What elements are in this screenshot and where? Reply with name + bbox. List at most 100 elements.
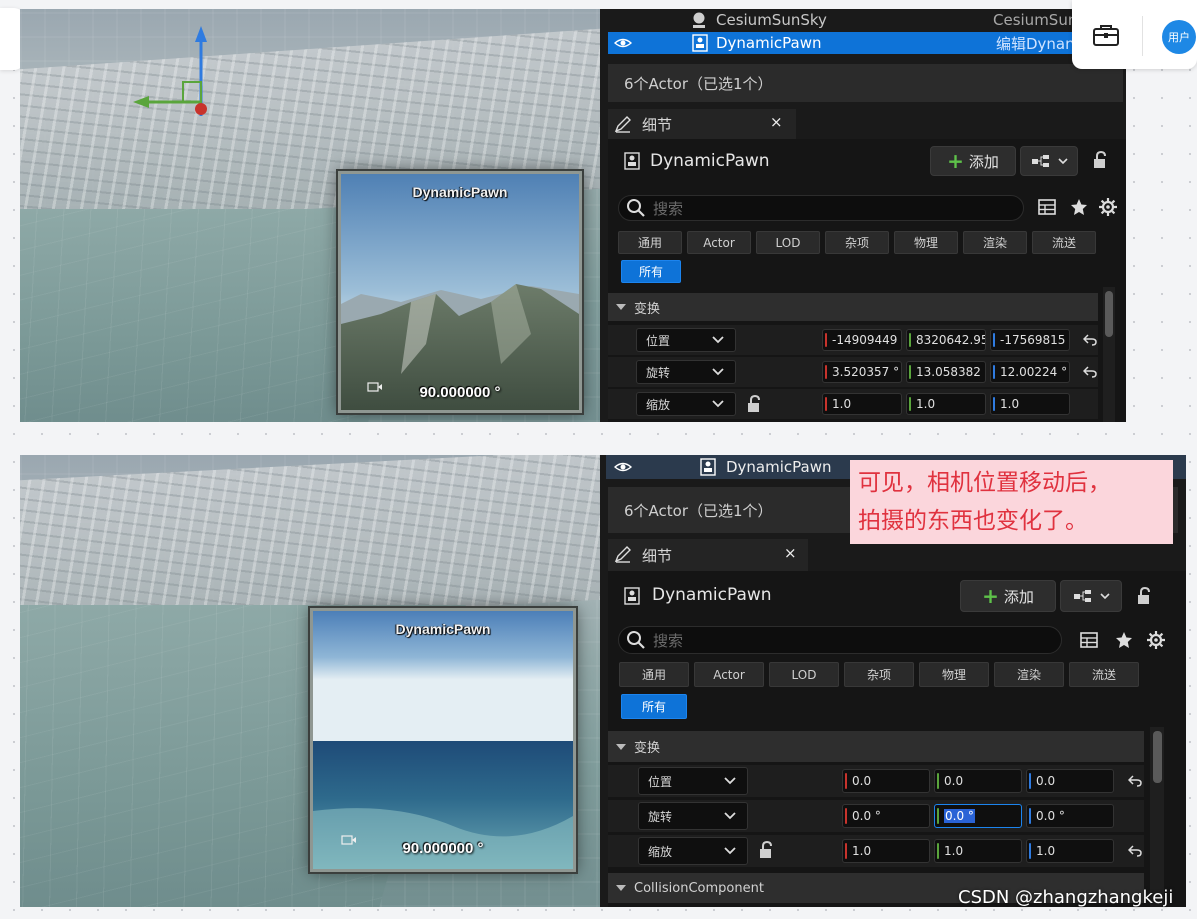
- outliner-row-cesiumsunsky[interactable]: CesiumSunSky CesiumSun: [600, 9, 1126, 31]
- rotation-dropdown[interactable]: 旋转: [638, 802, 748, 830]
- scrollbar[interactable]: [1150, 727, 1164, 907]
- location-label: 位置: [646, 333, 671, 348]
- eye-icon[interactable]: [614, 37, 632, 49]
- preview-title: DynamicPawn: [395, 621, 491, 637]
- rotation-x-field[interactable]: 0.0 °: [842, 804, 930, 828]
- outliner-row-dynamicpawn[interactable]: DynamicPawn 编辑Dynan: [608, 32, 1126, 54]
- rotation-z-field[interactable]: 0.0 °: [1026, 804, 1114, 828]
- scale-y-field[interactable]: 1.0: [934, 839, 1022, 863]
- scale-x-field[interactable]: 1.0: [822, 393, 902, 415]
- pawn-icon: [700, 458, 716, 476]
- avatar[interactable]: 用户: [1162, 20, 1196, 54]
- collapse-arrow-icon: [616, 885, 626, 891]
- filter-rendering[interactable]: 渲染: [994, 662, 1064, 687]
- location-y-field[interactable]: 0.0: [934, 769, 1022, 793]
- pawn-icon: [624, 152, 640, 170]
- location-dropdown[interactable]: 位置: [638, 767, 748, 795]
- location-x-field[interactable]: 0.0: [842, 769, 930, 793]
- filter-actor[interactable]: Actor: [694, 662, 764, 687]
- reset-arrow-icon[interactable]: [1128, 845, 1142, 857]
- search-placeholder: 搜索: [653, 199, 684, 218]
- chevron-down-icon: [724, 847, 736, 855]
- chevron-down-icon: [724, 777, 736, 785]
- scale-z-field[interactable]: 1.0: [990, 393, 1070, 415]
- tab-details[interactable]: 细节 ×: [608, 539, 808, 571]
- tab-details[interactable]: 细节 ×: [608, 109, 796, 139]
- reset-arrow-icon[interactable]: [1083, 334, 1097, 346]
- reset-arrow-icon[interactable]: [1083, 366, 1097, 378]
- rotation-label: 旋转: [648, 809, 673, 824]
- scale-x-field[interactable]: 1.0: [842, 839, 930, 863]
- scrollbar[interactable]: [1103, 287, 1115, 422]
- filter-lod[interactable]: LOD: [756, 231, 820, 254]
- gear-icon[interactable]: [1147, 631, 1165, 649]
- outliner-type: 编辑Dynan: [996, 34, 1075, 53]
- search-input[interactable]: 搜索: [618, 195, 1024, 221]
- filter-misc[interactable]: 杂项: [844, 662, 914, 687]
- add-component-button[interactable]: + 添加: [930, 146, 1016, 176]
- scale-dropdown[interactable]: 缩放: [636, 392, 736, 416]
- filter-general[interactable]: 通用: [618, 231, 682, 254]
- rotation-z-field[interactable]: 12.00224 °: [990, 361, 1070, 383]
- scrollbar-thumb[interactable]: [1105, 291, 1113, 337]
- location-dropdown[interactable]: 位置: [636, 328, 736, 352]
- scale-lock-icon[interactable]: [746, 395, 764, 413]
- star-icon[interactable]: [1070, 198, 1088, 216]
- section-transform[interactable]: 变换: [608, 731, 1144, 762]
- chevron-down-icon: [712, 336, 724, 344]
- location-z-field[interactable]: -17569815: [990, 329, 1070, 351]
- close-tab-icon[interactable]: ×: [770, 113, 783, 131]
- filter-actor[interactable]: Actor: [687, 231, 751, 254]
- rotation-x-field[interactable]: 3.520357 °: [822, 361, 902, 383]
- filter-all[interactable]: 所有: [621, 260, 681, 283]
- filter-lod[interactable]: LOD: [769, 662, 839, 687]
- filter-rendering[interactable]: 渲染: [963, 231, 1027, 254]
- scale-dropdown[interactable]: 缩放: [638, 837, 748, 865]
- ocean-preview-image: [313, 611, 573, 869]
- level-viewport[interactable]: DynamicPawn 90.000000 °: [20, 455, 600, 907]
- filter-physics[interactable]: 物理: [894, 231, 958, 254]
- location-z-field[interactable]: 0.0: [1026, 769, 1114, 793]
- lock-icon[interactable]: [1092, 151, 1110, 169]
- eye-icon[interactable]: [614, 461, 632, 473]
- filter-physics[interactable]: 物理: [919, 662, 989, 687]
- rotation-dropdown[interactable]: 旋转: [636, 360, 736, 384]
- filter-streaming[interactable]: 流送: [1032, 231, 1096, 254]
- pawn-icon: [624, 587, 640, 605]
- rotation-y-field[interactable]: 0.0 °: [934, 804, 1022, 828]
- search-input[interactable]: 搜索: [618, 626, 1062, 654]
- chevron-down-icon: [724, 812, 736, 820]
- star-icon[interactable]: [1115, 631, 1133, 649]
- location-x-field[interactable]: -14909449: [822, 329, 902, 351]
- outliner-name: DynamicPawn: [716, 34, 822, 52]
- filter-streaming[interactable]: 流送: [1069, 662, 1139, 687]
- scale-z-field[interactable]: 1.0: [1026, 839, 1114, 863]
- pawn-icon: [692, 34, 708, 52]
- blueprint-button[interactable]: [1020, 146, 1078, 176]
- location-y-field[interactable]: 8320642.95: [906, 329, 986, 351]
- filter-general[interactable]: 通用: [619, 662, 689, 687]
- blueprint-button[interactable]: [1060, 580, 1122, 612]
- filter-all[interactable]: 所有: [621, 694, 687, 719]
- search-icon: [627, 631, 645, 649]
- gear-icon[interactable]: [1099, 198, 1117, 216]
- add-component-button[interactable]: + 添加: [960, 580, 1056, 612]
- scrollbar-thumb[interactable]: [1153, 731, 1162, 783]
- close-tab-icon[interactable]: ×: [784, 544, 797, 562]
- scale-lock-icon[interactable]: [758, 841, 776, 859]
- section-transform-label: 变换: [634, 741, 661, 756]
- mountain-preview-image: [341, 174, 579, 410]
- grid-icon[interactable]: [1080, 632, 1098, 648]
- scale-y-field[interactable]: 1.0: [906, 393, 986, 415]
- section-transform[interactable]: 变换: [608, 293, 1098, 321]
- preview-angle: 90.000000 °: [419, 384, 501, 401]
- grid-icon[interactable]: [1038, 199, 1056, 215]
- lock-icon[interactable]: [1136, 587, 1154, 605]
- filter-misc[interactable]: 杂项: [825, 231, 889, 254]
- transform-gizmo[interactable]: [125, 24, 235, 134]
- scale-label: 缩放: [648, 844, 673, 859]
- rotation-y-field[interactable]: 13.058382: [906, 361, 986, 383]
- reset-arrow-icon[interactable]: [1128, 775, 1142, 787]
- briefcase-icon[interactable]: [1093, 24, 1119, 46]
- level-viewport[interactable]: DynamicPawn 90.000000 °: [20, 9, 600, 422]
